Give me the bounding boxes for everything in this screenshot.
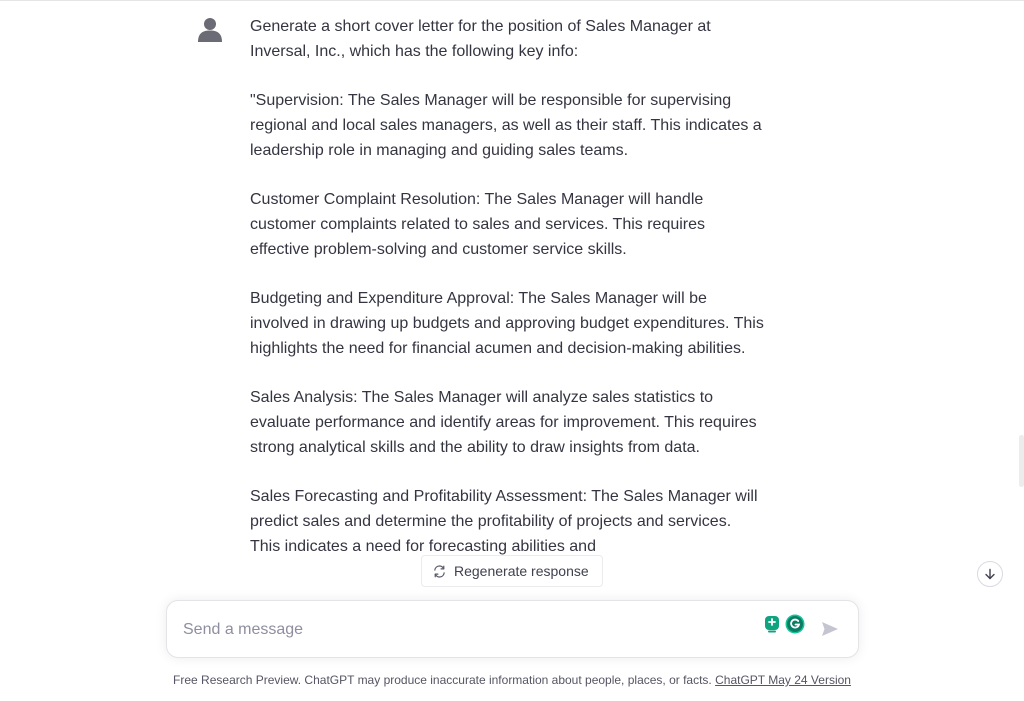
message-input[interactable] (183, 619, 743, 641)
scrollbar-thumb[interactable] (1019, 435, 1024, 487)
message-paragraph: Sales Forecasting and Profitability Asse… (250, 488, 758, 555)
version-link[interactable]: ChatGPT May 24 Version (715, 673, 851, 687)
plugin-badge-icon[interactable] (764, 615, 780, 633)
arrow-down-icon (984, 568, 996, 580)
send-button[interactable] (819, 618, 841, 640)
user-avatar-icon (197, 16, 223, 42)
regenerate-button[interactable]: Regenerate response (421, 555, 603, 587)
grammarly-icon[interactable] (785, 614, 805, 634)
message-paragraph: Sales Analysis: The Sales Manager will a… (250, 389, 757, 456)
message-text: Generate a short cover letter for the po… (250, 14, 765, 583)
message-paragraph: Customer Complaint Resolution: The Sales… (250, 191, 706, 258)
refresh-icon (433, 564, 446, 578)
message-paragraph: Budgeting and Expenditure Approval: The … (250, 290, 764, 357)
footer-text: Free Research Preview. ChatGPT may produ… (173, 673, 712, 687)
footer-disclaimer: Free Research Preview. ChatGPT may produ… (0, 671, 1024, 689)
message-paragraph: "Supervision: The Sales Manager will be … (250, 92, 762, 159)
message-paragraph: Generate a short cover letter for the po… (250, 18, 711, 60)
regenerate-label: Regenerate response (454, 563, 589, 579)
send-icon (821, 621, 839, 637)
message-composer (166, 600, 859, 658)
scroll-to-bottom-button[interactable] (977, 561, 1003, 587)
